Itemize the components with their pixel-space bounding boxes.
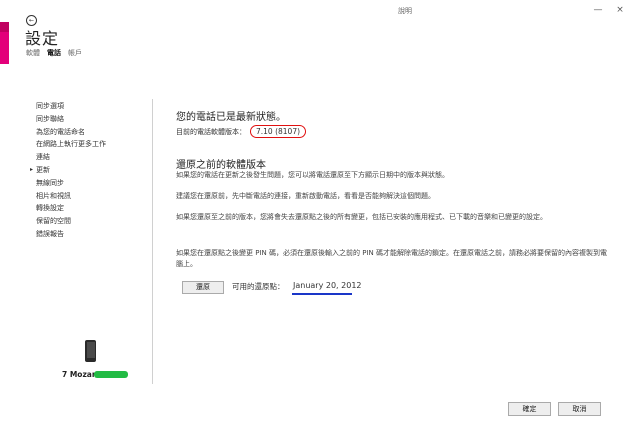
- ok-button[interactable]: 確定: [508, 402, 551, 416]
- restore-heading: 還原之前的軟體版本: [176, 160, 266, 171]
- version-line: 目前的電話軟體版本： 7.10 (8107): [176, 125, 616, 138]
- data-loss-warning-paragraph: 如果您還原至之前的版本，您將會失去還原點之後的所有變更，包括已安裝的應用程式、已…: [176, 213, 547, 221]
- version-value: 7.10 (8107): [250, 125, 307, 138]
- phone-icon: [85, 340, 96, 362]
- restart-advice-paragraph: 建議您在還原前，先中斷電話的連接，重新啟動電話，看看是否能夠解決這個問題。: [176, 192, 435, 200]
- pin-warning-paragraph: 如果您在還原點之後變更 PIN 碼，必須在還原後輸入之前的 PIN 碼才能解除電…: [176, 249, 607, 268]
- update-status: 您的電話已是最新狀態。 目前的電話軟體版本： 7.10 (8107): [176, 108, 616, 138]
- sidebar-item-reserved-space[interactable]: 保留的空間: [36, 215, 154, 228]
- tab-phone[interactable]: 電話: [47, 48, 61, 58]
- sidebar-item-name-phone[interactable]: 為您的電話命名: [36, 126, 154, 139]
- sidebar-divider: [152, 99, 153, 384]
- status-title: 您的電話已是最新狀態。: [176, 112, 286, 123]
- sidebar-item-connect[interactable]: 連結: [36, 151, 154, 164]
- sidebar-item-sync-contacts[interactable]: 同步聯絡: [36, 113, 154, 126]
- accent-strip: [0, 22, 9, 64]
- restore-info-paragraph: 如果您的電話在更新之後發生問題，您可以將電話還原至下方顯示日期中的版本與狀態。: [176, 171, 449, 179]
- close-icon[interactable]: ×: [612, 4, 628, 16]
- restore-point-label: 可用的還原點：: [232, 282, 285, 291]
- cancel-button[interactable]: 取消: [558, 402, 601, 416]
- sidebar: 同步選項 同步聯絡 為您的電話命名 在網路上執行更多工作 連結 更新 無線同步 …: [30, 100, 154, 241]
- sidebar-item-conversion[interactable]: 轉換設定: [36, 202, 154, 215]
- annotation-underline: [292, 293, 352, 295]
- sidebar-item-photos-videos[interactable]: 相片和視訊: [36, 190, 154, 203]
- redaction-mark: [94, 371, 128, 378]
- sidebar-item-error-reports[interactable]: 錯誤報告: [36, 228, 154, 241]
- sidebar-item-do-more-online[interactable]: 在網路上執行更多工作: [36, 138, 154, 151]
- window-controls: — ×: [590, 4, 628, 16]
- page-title: 設定: [25, 29, 60, 48]
- sidebar-item-update[interactable]: 更新: [30, 164, 154, 177]
- help-link[interactable]: 說明: [398, 6, 412, 16]
- sidebar-item-sync-options[interactable]: 同步選項: [36, 100, 154, 113]
- restore-button[interactable]: 還原: [182, 281, 224, 294]
- version-label: 目前的電話軟體版本：: [176, 127, 246, 136]
- tab-software[interactable]: 軟體: [26, 48, 40, 58]
- tab-account[interactable]: 帳戶: [68, 48, 82, 58]
- restore-point-value: January 20, 2012: [293, 281, 362, 290]
- minimize-icon[interactable]: —: [590, 4, 606, 16]
- sidebar-item-wireless-sync[interactable]: 無線同步: [36, 177, 154, 190]
- top-tabs: 軟體 電話 帳戶: [26, 48, 82, 58]
